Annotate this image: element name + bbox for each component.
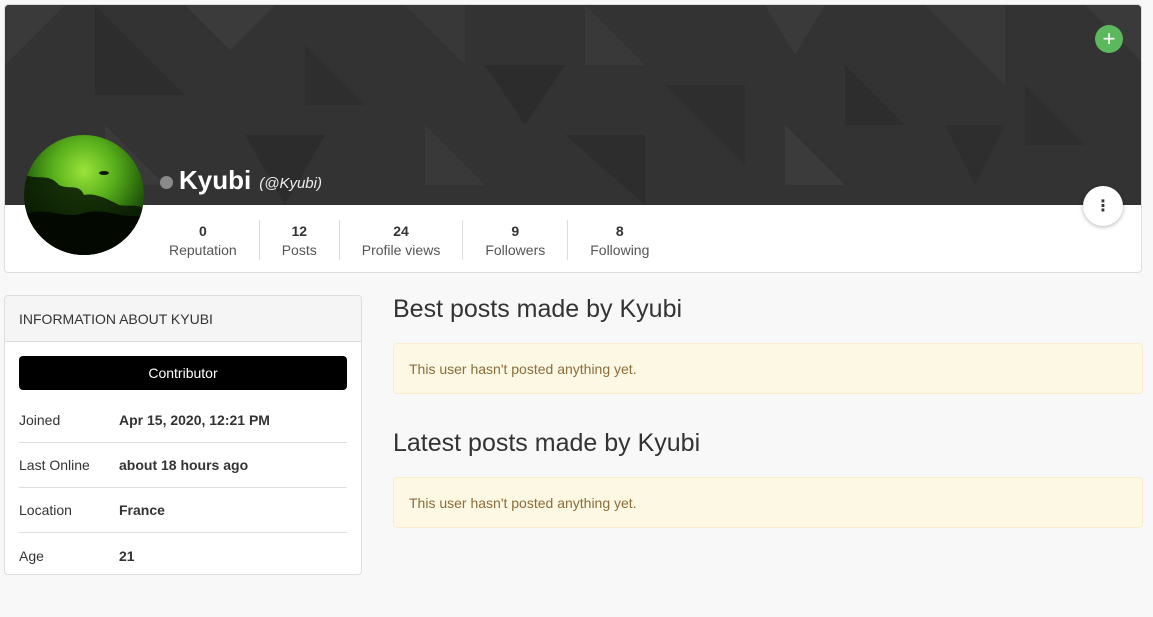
stat-label: Posts	[281, 241, 317, 258]
profile-menu-button[interactable]: ⋮	[1083, 186, 1123, 226]
stat-label: Reputation	[169, 241, 237, 258]
group-badge-contributor[interactable]: Contributor	[19, 356, 347, 390]
profile-card: + Kyubi (@Kyubi) ⋮ 0 Reputation 12 Posts…	[4, 4, 1142, 273]
kebab-menu-icon: ⋮	[1095, 198, 1111, 215]
stat-following[interactable]: 8 Following	[568, 220, 671, 260]
stat-value: 0	[198, 222, 207, 239]
stat-value: 12	[291, 222, 308, 239]
stat-posts[interactable]: 12 Posts	[260, 220, 340, 260]
latest-posts-title: Latest posts made by Kyubi	[393, 429, 701, 457]
stat-value: 8	[615, 222, 624, 239]
info-row-last-online: Last Online about 18 hours ago	[19, 443, 347, 488]
info-value: about 18 hours ago	[119, 457, 249, 473]
latest-posts-empty-alert: This user hasn't posted anything yet.	[393, 477, 1143, 528]
info-panel-header: Information about Kyubi	[5, 296, 361, 342]
status-offline-icon	[160, 176, 173, 189]
profile-stats: 0 Reputation 12 Posts 24 Profile views 9…	[147, 220, 671, 260]
info-panel-body: Contributor Joined Apr 15, 2020, 12:21 P…	[5, 342, 361, 574]
avatar-silhouette	[24, 171, 144, 255]
best-posts-title: Best posts made by Kyubi	[393, 295, 683, 323]
profile-name-row: Kyubi (@Kyubi)	[160, 165, 322, 196]
user-slug: (@Kyubi)	[259, 175, 322, 192]
stat-label: Followers	[485, 241, 546, 258]
info-row-age: Age 21	[19, 533, 347, 574]
stat-value: 24	[393, 222, 409, 239]
info-label: Age	[19, 547, 44, 564]
stat-value: 9	[511, 222, 520, 239]
stat-label: Profile views	[361, 241, 441, 258]
info-row-joined: Joined Apr 15, 2020, 12:21 PM	[19, 398, 347, 443]
info-value: 21	[119, 547, 135, 564]
user-info-panel: Information about Kyubi Contributor Join…	[4, 295, 362, 575]
stat-profile-views: 24 Profile views	[340, 220, 464, 260]
avatar[interactable]	[24, 135, 144, 255]
info-label: Location	[19, 502, 72, 518]
info-label: Last Online	[19, 457, 90, 473]
info-label: Joined	[19, 412, 61, 428]
stat-followers[interactable]: 9 Followers	[463, 220, 569, 260]
info-row-location: Location France	[19, 488, 347, 533]
info-value: Apr 15, 2020, 12:21 PM	[119, 412, 270, 428]
stat-reputation: 0 Reputation	[147, 220, 260, 260]
info-value: France	[119, 502, 165, 518]
best-posts-empty-alert: This user hasn't posted anything yet.	[393, 343, 1143, 394]
stat-label: Following	[590, 241, 650, 258]
display-name: Kyubi	[179, 165, 252, 195]
posts-area: Best posts made by Kyubi This user hasn'…	[393, 295, 1143, 528]
add-cover-button[interactable]: +	[1095, 25, 1123, 53]
